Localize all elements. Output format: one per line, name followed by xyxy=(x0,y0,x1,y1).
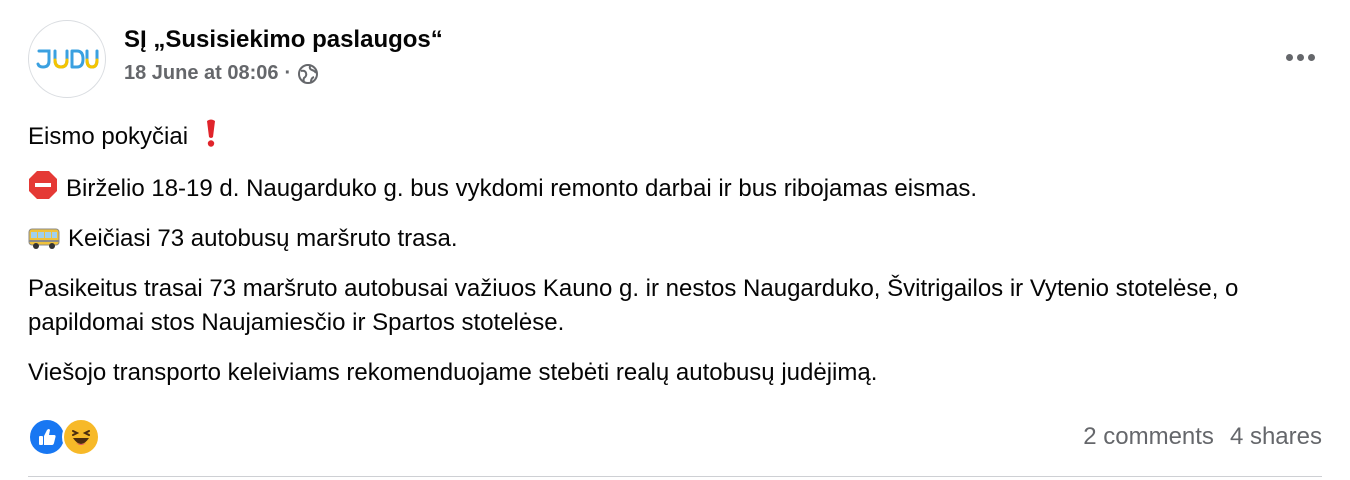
bus-icon xyxy=(28,228,60,249)
shares-count[interactable]: 4 shares xyxy=(1230,423,1322,450)
post-line-1-text: Eismo pokyčiai xyxy=(28,123,189,150)
post-line-3-text: Keičiasi 73 autobusų maršruto trasa. xyxy=(68,225,458,252)
judu-logo xyxy=(36,49,99,69)
red-exclamation-icon xyxy=(206,119,215,147)
post-line-5: Viešojo transporto keleiviams rekomenduo… xyxy=(28,359,878,386)
dot xyxy=(1307,53,1315,61)
haha-reaction-icon xyxy=(62,418,100,456)
divider xyxy=(28,476,1322,477)
page-avatar[interactable] xyxy=(28,20,106,98)
post-content: Eismo pokyčiai Birželio 18-19 d. Naugard… xyxy=(28,118,1318,406)
dot xyxy=(1285,53,1293,61)
reactions-summary[interactable] xyxy=(28,418,100,456)
post-line-3: Keičiasi 73 autobusų maršruto trasa. xyxy=(28,222,1318,256)
page-name[interactable]: SĮ „Susisiekimo paslaugos“ xyxy=(124,26,443,54)
post-line-1: Eismo pokyčiai xyxy=(28,118,1318,154)
globe-icon[interactable] xyxy=(297,63,319,85)
facebook-post: SĮ „Susisiekimo paslaugos“ 18 June at 08… xyxy=(0,0,1350,480)
post-timestamp[interactable]: 18 June at 08:06 xyxy=(124,62,279,85)
post-line-4: Pasikeitus trasai 73 maršruto autobusai … xyxy=(28,275,1239,336)
dot xyxy=(1296,53,1304,61)
more-options-icon[interactable] xyxy=(1280,42,1320,72)
post-stats: 2 comments 4 shares xyxy=(1083,423,1322,451)
post-line-2-text: Birželio 18-19 d. Naugarduko g. bus vykd… xyxy=(66,175,978,202)
comments-count[interactable]: 2 comments xyxy=(1083,423,1214,450)
post-line-2: Birželio 18-19 d. Naugarduko g. bus vykd… xyxy=(28,170,1318,206)
meta-separator: · xyxy=(284,62,292,84)
stop-sign-icon xyxy=(29,171,57,199)
like-reaction-icon xyxy=(28,418,66,456)
post-meta: 18 June at 08:06 · xyxy=(124,62,319,85)
